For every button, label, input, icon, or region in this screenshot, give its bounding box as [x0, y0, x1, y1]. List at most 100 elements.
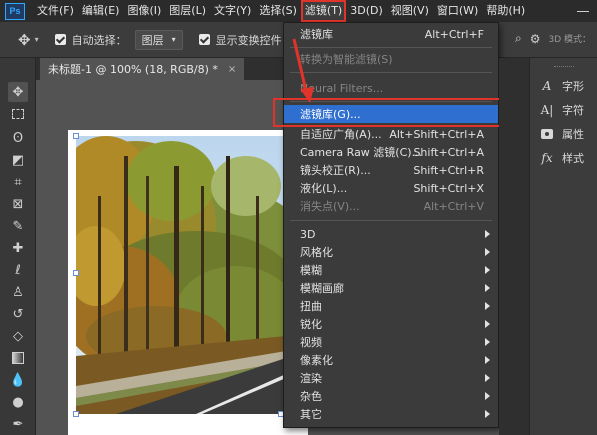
- healing-brush-tool-icon[interactable]: ✚: [8, 238, 28, 258]
- panel-grip[interactable]: [554, 66, 574, 67]
- menu-help[interactable]: 帮助(H): [482, 0, 529, 22]
- transform-handle[interactable]: [73, 133, 79, 139]
- submenu-pixelate[interactable]: 像素化: [284, 351, 498, 369]
- eraser-tool-icon[interactable]: ◇: [8, 326, 28, 346]
- gradient-tool-icon[interactable]: [8, 348, 28, 368]
- menu-item-label: 模糊画廊: [300, 282, 344, 295]
- properties-icon: [540, 127, 554, 141]
- menu-item-vanishing-point[interactable]: 消失点(V)... Alt+Ctrl+V: [284, 197, 498, 215]
- panel-label: 字形: [562, 80, 584, 93]
- panel-character[interactable]: A| 字符: [540, 102, 584, 118]
- panel-label: 属性: [562, 128, 584, 141]
- search-icon[interactable]: ⌕: [515, 31, 522, 46]
- minimize-icon[interactable]: [577, 11, 589, 12]
- frame-tool-icon[interactable]: ⊠: [8, 194, 28, 214]
- auto-select-checkbox[interactable]: [54, 34, 66, 45]
- crop-tool-icon[interactable]: ⌗: [8, 172, 28, 192]
- submenu-3d[interactable]: 3D: [284, 225, 498, 243]
- brush-tool-icon[interactable]: ℓ: [8, 260, 28, 280]
- options-right-group: ⌕ ⚙ 3D 模式：: [515, 31, 591, 46]
- menu-item-shortcut: Alt+Ctrl+V: [423, 199, 484, 213]
- right-collapsed-strip: [499, 58, 529, 435]
- menu-item-label: 视频: [300, 336, 322, 349]
- panel-properties[interactable]: 属性: [540, 126, 584, 142]
- menu-item-adaptive-wide-angle[interactable]: 自适应广角(A)... Alt+Shift+Ctrl+A: [284, 125, 498, 143]
- close-icon[interactable]: ×: [228, 64, 236, 75]
- submenu-sharpen[interactable]: 锐化: [284, 315, 498, 333]
- dodge-tool-icon[interactable]: ●: [8, 392, 28, 412]
- menu-item-shortcut: Shift+Ctrl+R: [413, 163, 484, 177]
- menu-item-label: 自适应广角(A)...: [300, 128, 382, 141]
- annotation-arrow: [292, 38, 314, 103]
- transform-handle[interactable]: [73, 411, 79, 417]
- menu-select[interactable]: 选择(S): [255, 0, 301, 22]
- menu-item-shortcut: Shift+Ctrl+X: [413, 181, 484, 195]
- auto-select-target-dropdown[interactable]: 图层 ▾: [134, 29, 183, 50]
- submenu-arrow-icon: [485, 302, 490, 310]
- menu-type[interactable]: 文字(Y): [210, 0, 255, 22]
- panel-styles[interactable]: fx 样式: [540, 150, 584, 166]
- history-brush-tool-icon[interactable]: ↺: [8, 304, 28, 324]
- styles-icon: fx: [541, 151, 553, 165]
- move-tool-icon[interactable]: ✥: [18, 31, 31, 49]
- clone-stamp-tool-icon[interactable]: ♙: [8, 282, 28, 302]
- menu-divider: [290, 72, 492, 73]
- lasso-tool-icon[interactable]: ʘ: [8, 128, 28, 148]
- chevron-down-icon[interactable]: ▾: [35, 35, 39, 44]
- submenu-blur-gallery[interactable]: 模糊画廊: [284, 279, 498, 297]
- menu-item-label: 镜头校正(R)...: [300, 164, 371, 177]
- menu-divider: [290, 47, 492, 48]
- tools-panel: ✥ ʘ ◩ ⌗ ⊠ ✎ ✚ ℓ ♙ ↺ ◇ 💧 ● ✒: [0, 58, 36, 435]
- chevron-down-icon: ▾: [171, 35, 176, 44]
- menu-window[interactable]: 窗口(W): [433, 0, 482, 22]
- submenu-render[interactable]: 渲染: [284, 369, 498, 387]
- panel-glyphs[interactable]: A 字形: [540, 78, 584, 94]
- move-tool-icon[interactable]: ✥: [8, 82, 28, 102]
- menu-item-camera-raw[interactable]: Camera Raw 滤镜(C)... Shift+Ctrl+A: [284, 143, 498, 161]
- blur-tool-icon[interactable]: 💧: [8, 370, 28, 390]
- submenu-video[interactable]: 视频: [284, 333, 498, 351]
- submenu-other[interactable]: 其它: [284, 405, 498, 423]
- submenu-blur[interactable]: 模糊: [284, 261, 498, 279]
- menu-bar: Ps 文件(F) 编辑(E) 图像(I) 图层(L) 文字(Y) 选择(S) 滤…: [0, 0, 597, 22]
- menu-filter[interactable]: 滤镜(T): [300, 0, 347, 22]
- menu-item-label: 扭曲: [300, 300, 322, 313]
- menu-item-label: 杂色: [300, 390, 322, 403]
- dropdown-value: 图层: [141, 33, 164, 47]
- pen-tool-icon[interactable]: ✒: [8, 414, 28, 434]
- menu-divider: [290, 220, 492, 221]
- menu-item-label: 3D: [300, 227, 316, 241]
- menu-item-label: 锐化: [300, 318, 322, 331]
- menu-layer[interactable]: 图层(L): [165, 0, 210, 22]
- forest-road-photo: [76, 136, 286, 414]
- document-tab[interactable]: 未标题-1 @ 100% (18, RGB/8) * ×: [40, 58, 245, 80]
- settings-icon[interactable]: ⚙: [530, 32, 541, 46]
- menu-image[interactable]: 图像(I): [123, 0, 165, 22]
- show-transform-checkbox[interactable]: [198, 34, 210, 45]
- quick-select-tool-icon[interactable]: ◩: [8, 150, 28, 170]
- menu-view[interactable]: 视图(V): [387, 0, 433, 22]
- submenu-stylize[interactable]: 风格化: [284, 243, 498, 261]
- submenu-arrow-icon: [485, 248, 490, 256]
- submenu-arrow-icon: [485, 392, 490, 400]
- menu-edit[interactable]: 编辑(E): [78, 0, 124, 22]
- 3d-mode-label: 3D 模式：: [548, 35, 591, 45]
- menu-file[interactable]: 文件(F): [33, 0, 78, 22]
- submenu-arrow-icon: [485, 266, 490, 274]
- submenu-arrow-icon: [485, 374, 490, 382]
- menu-3d[interactable]: 3D(D): [346, 0, 387, 22]
- eyedropper-tool-icon[interactable]: ✎: [8, 216, 28, 236]
- menu-item-lens-correction[interactable]: 镜头校正(R)... Shift+Ctrl+R: [284, 161, 498, 179]
- panel-label: 样式: [562, 152, 584, 165]
- menu-item-label: 渲染: [300, 372, 322, 385]
- right-panel-dock: A 字形 A| 字符 属性 fx 样式: [529, 58, 597, 435]
- menu-item-label: 液化(L)...: [300, 182, 348, 195]
- submenu-distort[interactable]: 扭曲: [284, 297, 498, 315]
- menu-item-liquify[interactable]: 液化(L)... Shift+Ctrl+X: [284, 179, 498, 197]
- marquee-tool-icon[interactable]: [8, 104, 28, 124]
- submenu-arrow-icon: [485, 338, 490, 346]
- menu-item-label: 风格化: [300, 246, 333, 259]
- transform-handle[interactable]: [73, 270, 79, 276]
- auto-select-label: 自动选择：: [71, 33, 127, 47]
- submenu-noise[interactable]: 杂色: [284, 387, 498, 405]
